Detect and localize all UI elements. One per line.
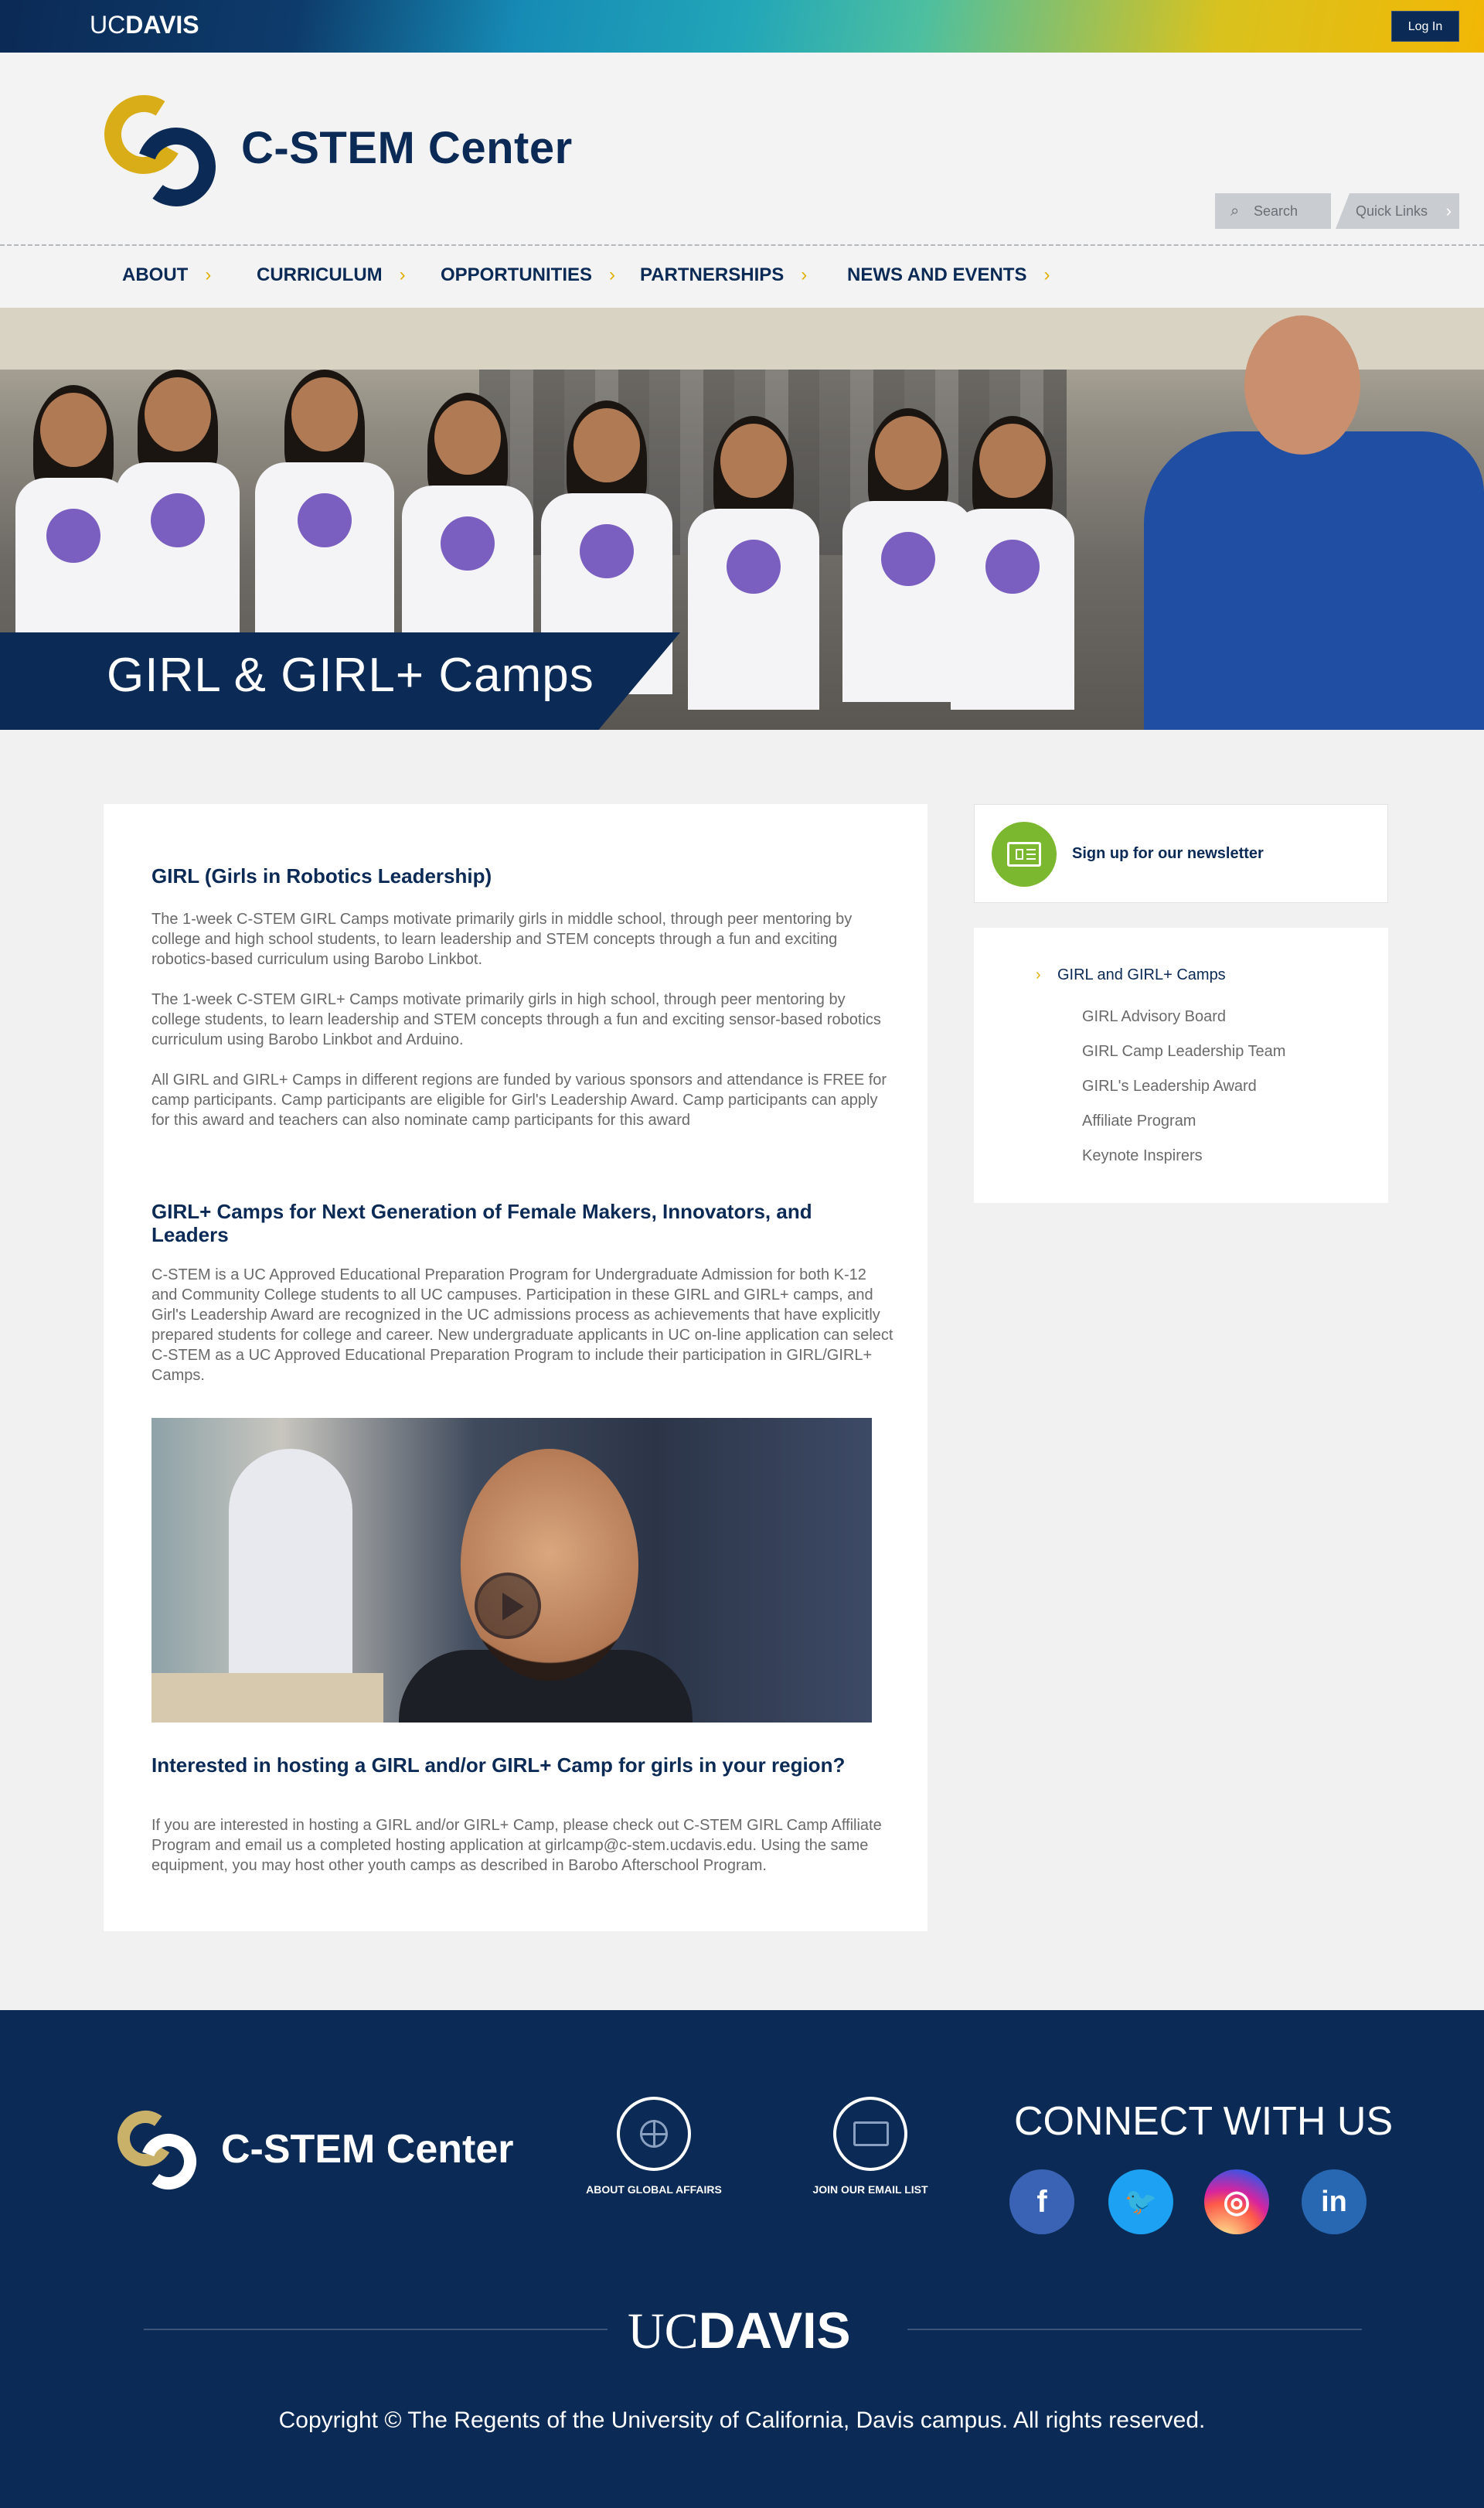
play-icon[interactable] [475,1573,541,1639]
footer: C-STEM Center ABOUT GLOBAL AFFAIRS JOIN … [0,2010,1484,2508]
paragraph: All GIRL and GIRL+ Camps in different re… [151,1072,887,1129]
search-label: Search [1254,203,1298,219]
nav-item-about[interactable]: ABOUT › [122,264,211,286]
linkedin-icon[interactable]: in [1302,2169,1367,2234]
video-face [461,1449,638,1681]
side-menu-item[interactable]: GIRL's Leadership Award [1082,1078,1257,1096]
site-name[interactable]: C-STEM Center [241,122,573,174]
nav-item-curriculum[interactable]: CURRICULUM › [257,264,406,286]
search-button[interactable]: ⌕ Search [1215,193,1331,229]
side-menu-item[interactable]: GIRL Advisory Board [1082,1008,1226,1026]
paragraph: The 1-week C-STEM GIRL Camps motivate pr… [151,911,853,968]
hero-person [951,416,1074,717]
side-menu: › GIRL and GIRL+ Camps GIRL Advisory Boa… [974,928,1388,1203]
email-list-label[interactable]: JOIN OUR EMAIL LIST [778,2183,963,2196]
quick-links-label: Quick Links [1356,203,1428,219]
hero-image: GIRL & GIRL+ Camps [0,308,1484,730]
ucdavis-footer-logo[interactable]: UCDAVIS [628,2301,851,2361]
section-heading: GIRL (Girls in Robotics Leadership) [151,864,492,888]
chevron-right-icon: › [399,264,406,285]
newsletter-icon [992,822,1057,887]
chevron-right-icon: › [205,264,212,285]
side-menu-item[interactable]: GIRL Camp Leadership Team [1082,1043,1285,1061]
side-menu-item[interactable]: Keynote Inspirers [1082,1147,1203,1165]
chevron-right-icon: › [1036,966,1041,983]
main-content: GIRL (Girls in Robotics Leadership) The … [104,804,928,1931]
global-affairs-label[interactable]: ABOUT GLOBAL AFFAIRS [561,2183,747,2196]
section-heading: GIRL+ Camps for Next Generation of Femal… [151,1200,812,1246]
hero-person [116,370,240,671]
video-player[interactable] [151,1418,872,1723]
paragraph: C-STEM is a UC Approved Educational Prep… [151,1266,893,1384]
paragraph: If you are interested in hosting a GIRL … [151,1817,882,1874]
hero-instructor [1113,315,1484,730]
chevron-right-icon: › [1043,264,1050,285]
paragraph: The 1-week C-STEM GIRL+ Camps motivate p… [151,991,881,1048]
section-heading: Interested in hosting a GIRL and/or GIRL… [151,1753,846,1777]
ucdavis-logo[interactable]: UCDAVIS [90,11,199,39]
side-menu-item[interactable]: Affiliate Program [1082,1113,1196,1130]
global-affairs-button[interactable] [617,2097,691,2171]
quick-links-button[interactable]: Quick Links › [1336,193,1459,229]
facebook-icon[interactable]: f [1009,2169,1074,2234]
footer-divider [144,2329,608,2330]
copyright: Copyright © The Regents of the Universit… [278,2407,1206,2433]
hero-person [688,416,819,717]
newsletter-icon [853,2121,889,2146]
cstem-logo-icon[interactable] [113,2106,203,2196]
connect-heading: CONNECT WITH US [1014,2099,1394,2144]
video-desk [151,1673,383,1723]
nav-item-partnerships[interactable]: PARTNERSHIPS › [640,264,807,286]
nav-item-opportunities[interactable]: OPPORTUNITIES › [441,264,615,286]
login-button[interactable]: Log In [1391,11,1459,42]
main-nav: ABOUT › CURRICULUM › OPPORTUNITIES › PARTNE… [0,246,1484,308]
footer-site-name[interactable]: C-STEM Center [221,2126,513,2172]
footer-divider [907,2329,1362,2330]
page-title: GIRL & GIRL+ Camps [107,649,594,702]
hero-person [255,370,394,671]
email-list-button[interactable] [833,2097,907,2171]
side-menu-item-active[interactable]: › GIRL and GIRL+ Camps [1036,966,1226,984]
chevron-right-icon: › [609,264,616,285]
chevron-right-icon: › [801,264,808,285]
chevron-right-icon: › [1445,201,1452,220]
cstem-logo-icon[interactable] [99,90,223,213]
twitter-icon[interactable]: 🐦 [1108,2169,1173,2234]
instagram-icon[interactable]: ◎ [1204,2169,1269,2234]
globe-icon [640,2120,668,2148]
newsletter-label: Sign up for our newsletter [1072,845,1264,862]
top-bar: UCDAVIS Log In [0,0,1484,53]
site-header: C-STEM Center ⌕ Search Quick Links › [0,53,1484,247]
search-icon: ⌕ [1230,203,1240,220]
newsletter-signup[interactable]: Sign up for our newsletter [974,804,1388,903]
nav-item-news-and-events[interactable]: NEWS AND EVENTS › [847,264,1050,286]
